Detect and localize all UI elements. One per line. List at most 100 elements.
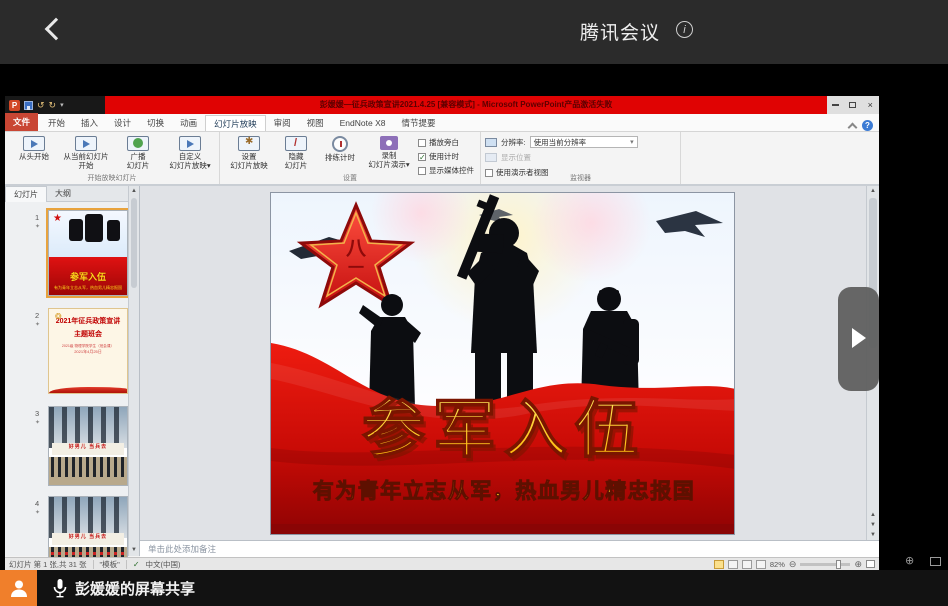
overlay-zoom-icon[interactable]: ⊕ [905, 554, 914, 567]
hide-slide-button[interactable]: 隐藏 幻灯片 [276, 134, 316, 174]
close-button[interactable]: × [864, 99, 877, 112]
slide-number: 3 [35, 409, 39, 418]
broadcast-slideshow-button[interactable]: 广播 幻灯片 [113, 134, 163, 174]
thumb-subtitle: 有为青年立志从军，热血男儿精忠报国 [49, 285, 127, 291]
share-bottom-bar: 彭媛媛的屏幕共享 [0, 570, 948, 606]
tab-design[interactable]: 设计 [106, 115, 139, 131]
slide-thumbnail-2[interactable]: 2 ✦ ❂ 2021年征兵政策宣讲 主题班会 2021级 物理学院学生（班会课）… [48, 308, 128, 394]
transition-star-icon: ✦ [35, 223, 40, 230]
group-label-monitors: 监视器 [481, 174, 680, 184]
spellcheck-icon[interactable]: ✓ [133, 560, 140, 569]
play-narrations-checkbox[interactable]: 播放旁白 [418, 137, 474, 148]
next-page-button[interactable] [838, 287, 879, 391]
show-on-label: 显示位置 [501, 152, 531, 163]
slide-number: 4 [35, 499, 39, 508]
slide-thumbnail-3[interactable]: 3 ✦ 好男儿 当兵去 [48, 406, 128, 486]
rehearse-timings-button[interactable]: 排练计时 [318, 134, 362, 174]
panel-tab-outline[interactable]: 大纲 [47, 186, 79, 201]
status-bar: 幻灯片 第 1 张,共 31 张 "模板" ✓ 中文(中国) 82% ⊖ ⊕ [5, 557, 879, 570]
monitor-globe-icon [127, 136, 149, 151]
photo-banner-text: 好男儿 当兵去 [52, 443, 124, 455]
ribbon-tab-row: 文件 开始 插入 设计 切换 动画 幻灯片放映 审阅 视图 EndNote X8… [5, 114, 879, 132]
reading-view-button[interactable] [742, 560, 752, 569]
scroll-down-icon[interactable]: ▼ [129, 545, 139, 555]
meeting-info-icon[interactable]: i [676, 21, 693, 38]
slide-number: 2 [35, 311, 39, 320]
avatar[interactable] [0, 570, 37, 606]
tab-home[interactable]: 开始 [40, 115, 73, 131]
language-indicator[interactable]: 中文(中国) [146, 559, 181, 570]
tab-slideshow[interactable]: 幻灯片放映 [205, 115, 266, 131]
zoom-in-icon[interactable]: ⊕ [854, 559, 862, 570]
scroll-up-icon[interactable]: ▲ [129, 186, 139, 196]
poster-title: 参军入伍 [362, 395, 646, 465]
normal-view-button[interactable] [714, 560, 724, 569]
ribbon: 从头开始 从当前幻灯片 开始 广播 幻灯片 自定义 幻灯片放映▾ 开始放映幻灯片 [5, 132, 879, 186]
from-current-slide-button[interactable]: 从当前幻灯片 开始 [61, 134, 111, 174]
scroll-down-icon[interactable]: ▼ [867, 530, 879, 540]
tab-review[interactable]: 审阅 [266, 115, 299, 131]
clock-icon [332, 136, 348, 152]
ribbon-group-setup: 设置 幻灯片放映 隐藏 幻灯片 排练计时 录制 幻灯片演示▾ [220, 132, 481, 184]
monitor-play-icon [23, 136, 45, 151]
slide-number: 1 [35, 213, 39, 222]
group-label-setup: 设置 [220, 174, 480, 184]
tab-file[interactable]: 文件 [5, 113, 38, 131]
screen: 腾讯会议 i P ↺ ↻ ▾ 彭媛媛—征兵政策宣讲2021.4.25 [兼容模式… [0, 0, 948, 606]
tab-insert[interactable]: 插入 [73, 115, 106, 131]
person-icon [9, 578, 29, 598]
undo-icon[interactable]: ↺ [37, 96, 45, 114]
from-beginning-button[interactable]: 从头开始 [9, 134, 59, 174]
photo-banner-text: 好男儿 当兵去 [52, 533, 124, 545]
thumb-title: 参军入伍 [49, 270, 127, 283]
scroll-up-icon[interactable]: ▲ [867, 186, 879, 196]
zoom-slider[interactable] [800, 563, 850, 566]
use-timings-checkbox[interactable]: ✓ 使用计时 [418, 151, 474, 162]
tab-transitions[interactable]: 切换 [139, 115, 172, 131]
current-slide[interactable]: 八 一 [270, 192, 735, 535]
chevron-down-icon: ▾ [630, 137, 634, 147]
slide-sorter-view-button[interactable] [728, 560, 738, 569]
panel-scroll-thumb[interactable] [131, 198, 137, 288]
redo-icon[interactable]: ↻ [49, 96, 57, 114]
powerpoint-window: P ↺ ↻ ▾ 彭媛媛—征兵政策宣讲2021.4.25 [兼容模式] - Mic… [5, 96, 879, 570]
transition-star-icon: ✦ [35, 321, 40, 328]
custom-slideshow-button[interactable]: 自定义 幻灯片放映▾ [165, 134, 215, 174]
tab-animations[interactable]: 动画 [172, 115, 205, 131]
slide-thumbnail-1[interactable]: 1 ✦ ★ 参军入伍 有为青年立志从军，热血男儿精忠报国 [48, 210, 128, 296]
panel-scrollbar[interactable]: ▲ ▼ [128, 186, 139, 556]
share-banner-text: 彭媛媛的屏幕共享 [75, 578, 195, 599]
tab-view[interactable]: 视图 [299, 115, 332, 131]
group-label-start-slideshow: 开始放映幻灯片 [5, 174, 219, 184]
maximize-button[interactable] [846, 99, 859, 112]
slideshow-view-button[interactable] [756, 560, 766, 569]
quick-access-caret-icon[interactable]: ▾ [60, 101, 64, 109]
setup-checkboxes: 播放旁白 ✓ 使用计时 显示媒体控件 [416, 134, 476, 174]
save-icon[interactable] [24, 101, 33, 110]
fullscreen-icon[interactable] [930, 557, 941, 566]
ppt-titlebar: P ↺ ↻ ▾ 彭媛媛—征兵政策宣讲2021.4.25 [兼容模式] - Mic… [5, 96, 879, 114]
setup-slideshow-button[interactable]: 设置 幻灯片放映 [224, 134, 274, 174]
thumb-line: 2021年4月25日 [49, 349, 127, 355]
notes-placeholder[interactable]: 单击此处添加备注 [140, 540, 879, 557]
resolution-dropdown[interactable]: 使用当前分辨率 ▾ [530, 136, 638, 148]
minimize-button[interactable] [829, 99, 842, 112]
theme-name: "模板" [100, 559, 120, 570]
zoom-out-icon[interactable]: ⊖ [789, 559, 797, 570]
tab-endnote[interactable]: EndNote X8 [332, 115, 394, 131]
tab-storyboarding[interactable]: 情节提要 [393, 115, 443, 131]
panel-tab-slides[interactable]: 幻灯片 [5, 186, 47, 202]
fit-to-window-icon[interactable] [866, 560, 875, 568]
ribbon-group-start-slideshow: 从头开始 从当前幻灯片 开始 广播 幻灯片 自定义 幻灯片放映▾ 开始放映幻灯片 [5, 132, 220, 184]
record-icon [380, 136, 398, 150]
mic-icon[interactable] [53, 578, 67, 598]
previous-slide-icon[interactable]: ▲ [867, 510, 879, 520]
zoom-slider-knob[interactable] [836, 560, 841, 569]
slide-canvas: 八 一 [140, 186, 866, 540]
next-slide-icon[interactable]: ▼ [867, 520, 879, 530]
ppt-window-title: 彭媛媛—征兵政策宣讲2021.4.25 [兼容模式] - Microsoft P… [105, 96, 827, 114]
help-icon[interactable]: ? [862, 120, 873, 131]
collapse-ribbon-icon[interactable] [848, 122, 858, 132]
record-slideshow-button[interactable]: 录制 幻灯片演示▾ [364, 134, 414, 174]
powerpoint-app-icon[interactable]: P [9, 100, 20, 111]
